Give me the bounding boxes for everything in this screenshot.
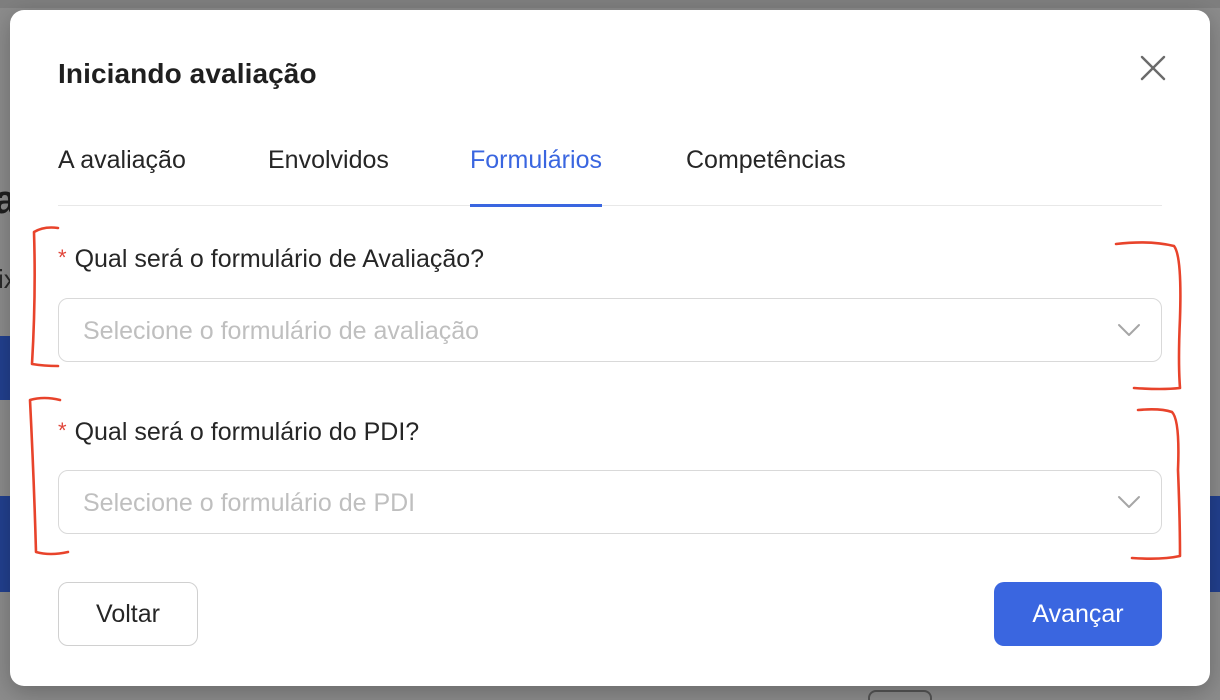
evaluation-form-select[interactable]: Selecione o formulário de avaliação xyxy=(58,298,1162,362)
pdi-form-select[interactable]: Selecione o formulário de PDI xyxy=(58,470,1162,534)
pdi-form-label-text: Qual será o formulário do PDI? xyxy=(74,418,420,446)
evaluation-form-placeholder: Selecione o formulário de avaliação xyxy=(83,317,480,345)
modal-title: Iniciando avaliação xyxy=(58,58,317,89)
chevron-down-icon xyxy=(1117,493,1141,511)
tab-formularios[interactable]: Formulários xyxy=(470,140,602,207)
close-button[interactable] xyxy=(1138,53,1168,83)
tab-a-avaliacao[interactable]: A avaliação xyxy=(58,140,186,206)
pdi-form-label: * Qual será o formulário do PDI? xyxy=(58,418,419,447)
tab-competencias[interactable]: Competências xyxy=(686,140,846,206)
close-icon xyxy=(1140,55,1166,81)
start-evaluation-modal: Iniciando avaliação A avaliação Envolvid… xyxy=(10,10,1210,686)
chevron-down-icon xyxy=(1117,321,1141,339)
background-topbar xyxy=(0,0,1220,8)
evaluation-form-label: * Qual será o formulário de Avaliação? xyxy=(58,245,484,274)
next-button[interactable]: Avançar xyxy=(994,582,1162,646)
pdi-form-placeholder: Selecione o formulário de PDI xyxy=(83,489,416,517)
required-mark: * xyxy=(58,245,67,270)
modal-tabs: A avaliação Envolvidos Formulários Compe… xyxy=(58,140,1162,207)
back-button[interactable]: Voltar xyxy=(58,582,198,646)
evaluation-form-label-text: Qual será o formulário de Avaliação? xyxy=(74,245,485,273)
tab-envolvidos[interactable]: Envolvidos xyxy=(268,140,389,206)
background-bottom-tab xyxy=(868,690,932,700)
background-blue-block xyxy=(0,336,10,400)
required-mark: * xyxy=(58,418,67,443)
